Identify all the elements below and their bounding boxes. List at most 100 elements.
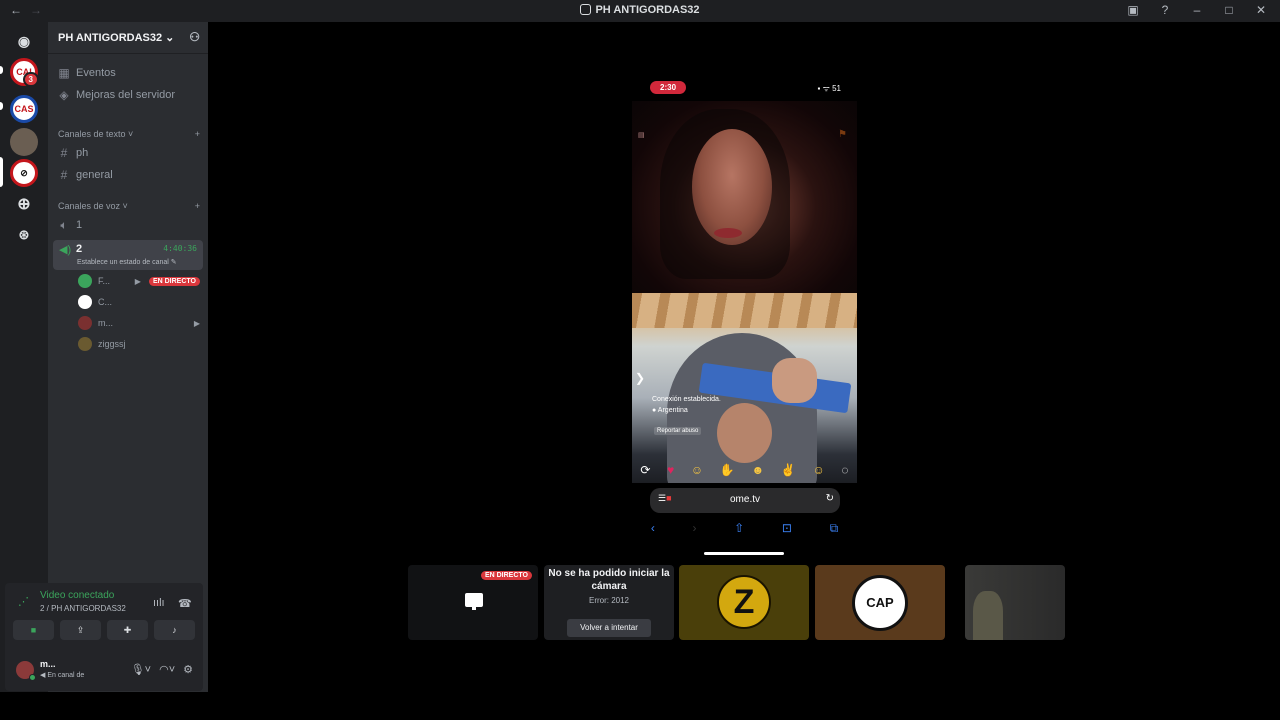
laugh-emoji-icon[interactable]: ☺ [691, 463, 703, 477]
close-icon[interactable]: ✕ [1252, 3, 1270, 17]
remote-lips [714, 228, 742, 238]
voice-user[interactable]: ziggssj [78, 335, 200, 353]
noise-suppression-icon[interactable]: ıılı [153, 597, 165, 609]
soundboard-button[interactable]: ♪ [154, 620, 195, 640]
add-server-icon[interactable]: ⊕ [10, 190, 38, 218]
settings-icon[interactable]: ⚙ [183, 663, 193, 676]
screen-share-tile[interactable]: EN DIRECTO [408, 565, 538, 640]
back-icon[interactable]: ‹ [651, 521, 655, 535]
screen-share-button[interactable]: ⇪ [60, 620, 101, 640]
user-name: m... [98, 318, 113, 328]
server-icon-3[interactable] [10, 128, 38, 156]
country-label: Argentina [657, 407, 688, 414]
smile-emoji-icon[interactable]: ☻ [752, 463, 765, 477]
browser-nav: ‹ › ⇧ ⊡ ⧉ [632, 518, 857, 538]
hash-icon: # [60, 168, 68, 182]
avatar: Z [717, 575, 771, 629]
forward-icon[interactable]: › [692, 521, 696, 535]
voice-category[interactable]: Canales de voz ˅ + [58, 201, 200, 211]
camera-button[interactable]: ■ [13, 620, 54, 640]
participant-tile[interactable]: Z [679, 565, 809, 640]
channel-status[interactable]: Establece un estado de canal ✎ [77, 258, 177, 266]
participant-tiles: EN DIRECTO No se ha podido iniciar la cá… [408, 565, 1068, 641]
phone-time: 2:30 [650, 81, 687, 94]
thumbs-up-icon[interactable]: ✋ [720, 463, 735, 477]
unread-pill [0, 102, 3, 110]
voice-channel-1[interactable]: 🔈︎ 1 [58, 216, 202, 234]
maximize-icon[interactable]: □ [1220, 3, 1238, 17]
connection-status[interactable]: Video conectado [40, 590, 114, 601]
reload-icon[interactable]: ↻ [826, 493, 834, 504]
activities-button[interactable]: ✚ [107, 620, 148, 640]
heart-icon[interactable]: ♥ [667, 463, 674, 477]
ok-hand-icon[interactable]: ✌ [781, 463, 796, 477]
inbox-icon[interactable]: ▣ [1124, 3, 1142, 17]
chat-icon[interactable]: ◌ [841, 463, 848, 477]
channel-label: general [76, 169, 113, 181]
channel-ph[interactable]: # ph [58, 144, 202, 162]
user-name: C... [98, 297, 113, 307]
avatar [78, 337, 92, 351]
channel-general[interactable]: # general [58, 166, 202, 184]
participant-silhouette [973, 591, 1003, 640]
disconnect-icon[interactable]: ☎ [178, 597, 192, 610]
heart-eyes-icon[interactable]: ☺ [812, 463, 824, 477]
connection-location[interactable]: 2 / PH ANTIGORDAS32 [40, 604, 126, 613]
help-icon[interactable]: ? [1156, 3, 1174, 17]
participant-video-tile[interactable] [965, 565, 1065, 640]
server-icon-4[interactable]: ⊘ [10, 159, 38, 187]
add-channel-icon[interactable]: + [195, 201, 200, 211]
live-badge: EN DIRECTO [148, 276, 200, 286]
hash-icon: # [60, 146, 68, 160]
calendar-icon: ▦ [58, 66, 70, 80]
online-indicator [29, 674, 36, 681]
next-arrow-icon[interactable]: ❯ [635, 371, 645, 385]
unread-pill [0, 66, 3, 74]
events-item[interactable]: ▦ Eventos [58, 64, 202, 82]
user-status: ◀ En canal de [40, 672, 85, 679]
window-title-text: PH ANTIGORDAS32 [595, 4, 700, 16]
avatar: CAP [852, 575, 908, 631]
window-controls: ▣ ? – □ ✕ [1124, 3, 1270, 17]
phone-status-icons: ▪ ᯤ 51 [817, 84, 841, 93]
boosts-item[interactable]: ◈ Mejoras del servidor [58, 86, 202, 104]
retry-button[interactable]: Volver a intentar [567, 619, 651, 637]
microphone-icon[interactable]: 🎙︎˅ [131, 663, 151, 676]
voice-user[interactable]: C... [78, 293, 200, 311]
connection-text: Conexión establecida. [652, 396, 721, 403]
user-status-text: En canal de [47, 672, 85, 679]
text-category[interactable]: Canales de texto ˅ + [58, 129, 200, 139]
voice-user[interactable]: F... ▶ EN DIRECTO [78, 272, 200, 290]
participant-tile[interactable]: CAP [815, 565, 945, 640]
signal-icon: ⋰ [18, 596, 29, 608]
selected-pill [0, 157, 3, 187]
bookmarks-icon[interactable]: ⊡ [782, 521, 792, 535]
voice-user[interactable]: m... ▶ [78, 314, 200, 332]
text-category-label: Canales de texto [58, 129, 126, 139]
monitor-icon [465, 593, 483, 610]
tabs-icon[interactable]: ⧉ [830, 521, 839, 536]
explore-icon[interactable]: ⊛ [10, 221, 38, 249]
flag-icon[interactable]: ⚑ [838, 129, 847, 140]
share-icon[interactable]: ⇧ [734, 521, 744, 535]
invite-icon[interactable]: ⚇ [189, 30, 200, 44]
discord-home-icon[interactable]: ◉ [10, 27, 38, 55]
voice-channel-2[interactable]: ◀) 2 4:40:36 Establece un estado de cana… [53, 240, 203, 270]
channel-label: ph [76, 147, 89, 159]
channel-label: 1 [76, 219, 83, 231]
voice-tools: ■ ⇪ ✚ ♪ [13, 620, 195, 640]
headphones-icon[interactable]: ◠˅ [159, 663, 175, 676]
browser-url-bar[interactable]: ☰■ ome.tv ↻ [650, 488, 840, 513]
shared-screen-phone[interactable]: 2:30 ▪ ᯤ 51 ▤ ⚑ ❯ Conexión establecida. … [632, 78, 857, 560]
remote-camera-feed: ▤ ⚑ [632, 101, 857, 293]
server-icon-1[interactable]: CAI 3 [10, 58, 39, 87]
ceiling-beams [632, 293, 857, 328]
refresh-icon[interactable]: ⟳ [640, 463, 650, 477]
report-abuse-button[interactable]: Reportar abuso [654, 427, 702, 435]
local-face [717, 403, 772, 463]
speaker-icon: ◀) [59, 244, 72, 256]
add-channel-icon[interactable]: + [195, 129, 200, 139]
minimize-icon[interactable]: – [1188, 3, 1206, 17]
server-header[interactable]: PH ANTIGORDAS32 ⌄ ⚇ [48, 22, 208, 54]
server-icon-2[interactable]: CAS [10, 95, 38, 123]
